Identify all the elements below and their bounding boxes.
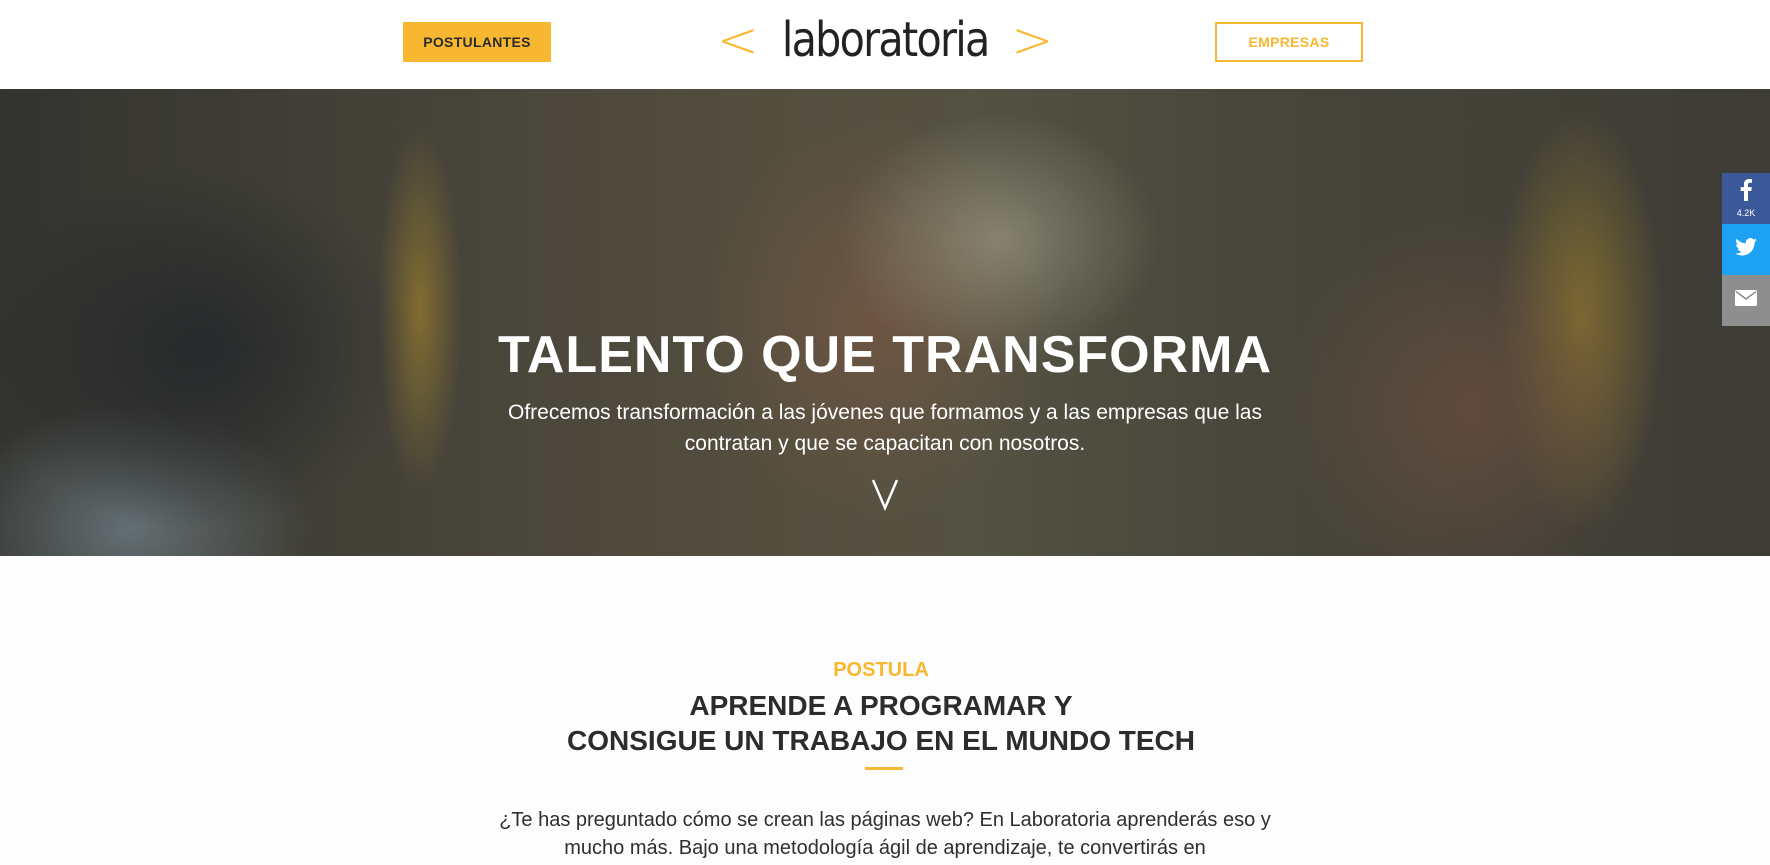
twitter-icon [1735,238,1757,261]
laboratoria-logo[interactable]: < laboratoria > [717,10,1053,70]
section-eyebrow: POSTULA [833,659,929,681]
hero-banner: TALENTO QUE TRANSFORMA Ofrecemos transfo… [0,89,1770,556]
twitter-share-button[interactable] [1722,224,1770,275]
postulantes-button[interactable]: POSTULANTES [403,22,551,62]
title-underline-divider [865,767,903,770]
logo-right-bracket: > [1011,11,1054,69]
chevron-down-icon[interactable] [865,474,905,514]
site-header: POSTULANTES < laboratoria > EMPRESAS [0,0,1770,89]
section-title-line-1: APRENDE A PROGRAMAR Y [689,690,1073,721]
hero-title: TALENTO QUE TRANSFORMA [497,326,1273,384]
section-title: APRENDE A PROGRAMAR Y CONSIGUE UN TRABAJ… [0,688,1762,758]
empresas-button[interactable]: EMPRESAS [1215,22,1363,62]
logo-wordmark: laboratoria [781,12,990,68]
section-body-text: ¿Te has preguntado cómo se crean las pág… [499,809,1271,859]
facebook-share-button[interactable]: 4.2K [1722,173,1770,224]
facebook-icon [1739,179,1753,206]
email-share-button[interactable] [1722,275,1770,326]
hero-subtitle: Ofrecemos transformación a las jóvenes q… [507,401,1262,455]
mail-icon [1735,290,1757,311]
facebook-share-count: 4.2K [1736,208,1756,218]
logo-left-bracket: < [716,11,759,69]
social-share-bar: 4.2K [1722,173,1770,326]
section-title-line-2: CONSIGUE UN TRABAJO EN EL MUNDO TECH [567,725,1195,756]
